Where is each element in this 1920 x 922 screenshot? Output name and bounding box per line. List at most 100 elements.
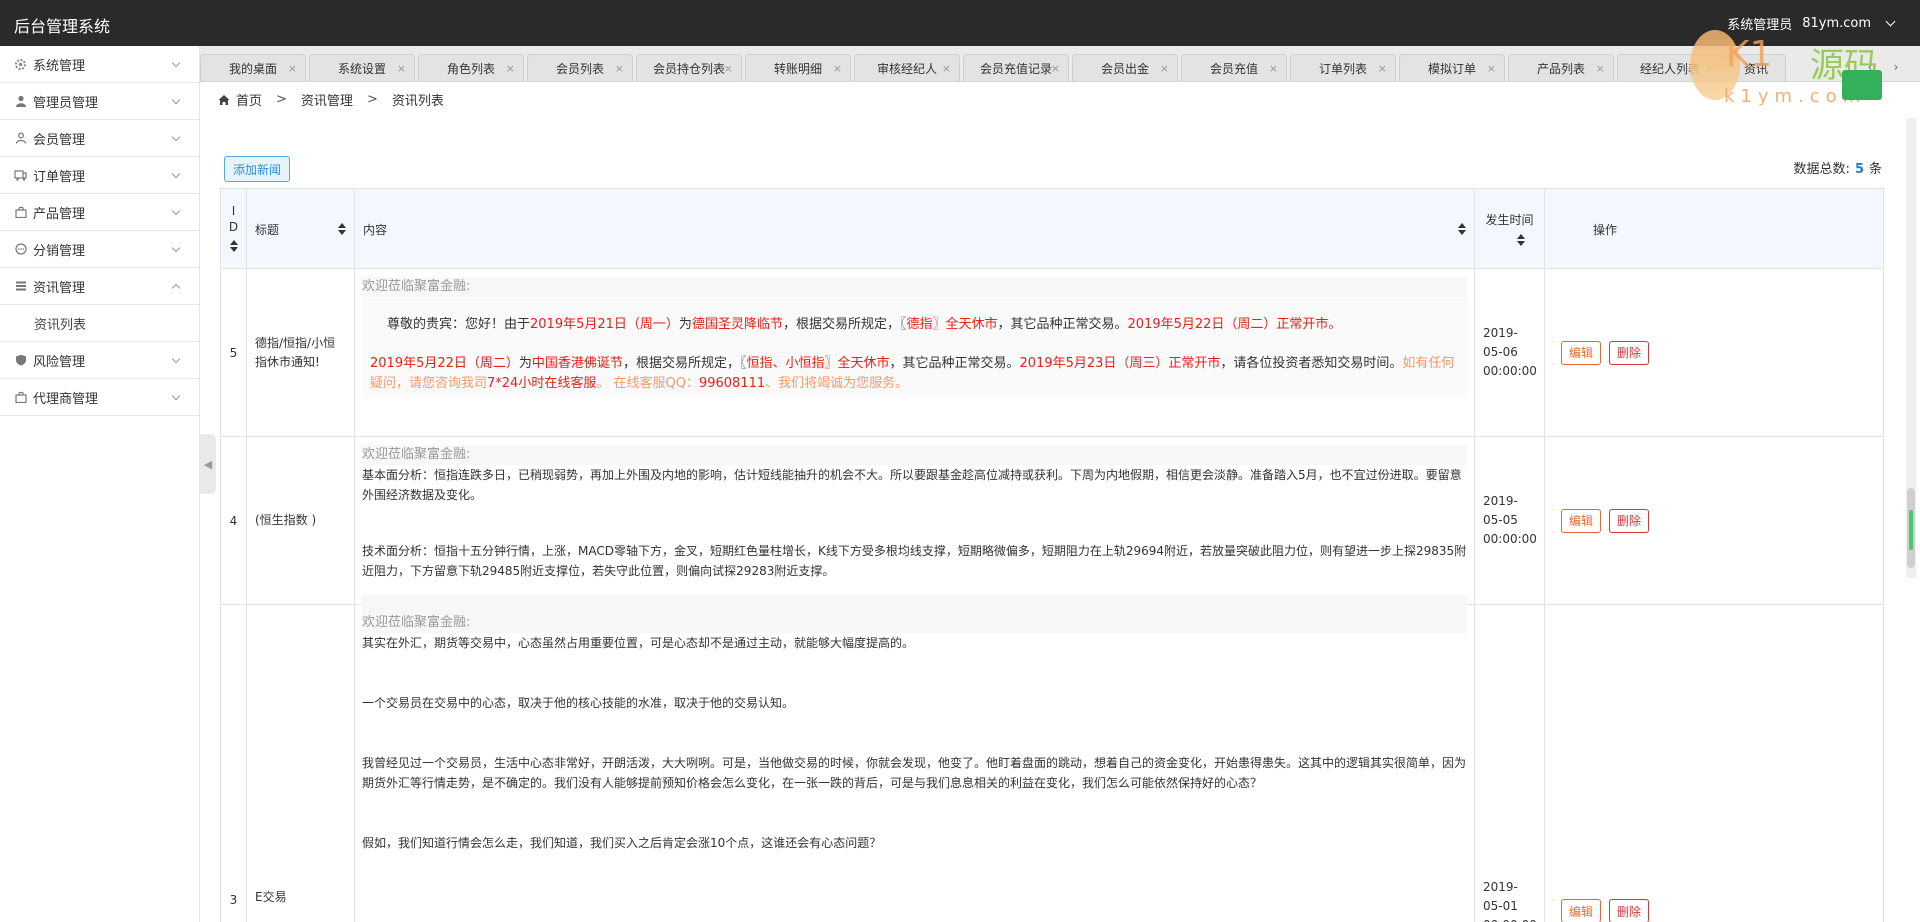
delete-button[interactable]: 删除 [1609, 899, 1649, 922]
row-title: E交易 [247, 605, 355, 922]
close-icon[interactable]: × [724, 62, 733, 75]
close-icon[interactable]: × [833, 62, 842, 75]
chevron-down-icon [171, 95, 181, 105]
sidebar-item-label: 产品管理 [33, 206, 86, 222]
close-icon[interactable]: × [1596, 62, 1605, 75]
text-span: ，请各位投资者悉知交易时间。 [1220, 356, 1403, 371]
chevron-down-icon [171, 243, 181, 253]
close-icon[interactable]: × [1487, 62, 1496, 75]
tab-recharge-records[interactable]: 会员充值记录 × [963, 54, 1069, 81]
text-span: ，根据交易所规定，〖 [622, 356, 747, 371]
tab-member-withdraw[interactable]: 会员出金 × [1072, 54, 1178, 81]
total-unit: 条 [1868, 162, 1882, 177]
text-span: 2019年5月22日（周二）正常开市。 [1127, 317, 1342, 332]
breadcrumb-current: 资讯列表 [391, 94, 444, 109]
tab-desktop[interactable]: 我的桌面 × [200, 54, 306, 81]
edit-button[interactable]: 编辑 [1561, 508, 1601, 533]
gear-icon [14, 58, 27, 71]
refresh-button[interactable] [1842, 70, 1882, 100]
sidebar-item-news[interactable]: 资讯管理 [0, 268, 199, 305]
tab-role-list[interactable]: 角色列表 × [418, 54, 524, 81]
tab-sim-orders[interactable]: 模拟订单 × [1399, 54, 1505, 81]
text-span: ，其它品种正常交易。 [889, 356, 1020, 371]
sidebar-item-agents[interactable]: 代理商管理 [0, 379, 199, 416]
add-news-button[interactable]: 添加新闻 [224, 156, 290, 182]
delete-button[interactable]: 删除 [1609, 340, 1649, 365]
shield-icon [14, 354, 27, 367]
delete-button[interactable]: 删除 [1609, 508, 1649, 533]
chevron-down-icon [171, 354, 181, 364]
top-bar: 后台管理系统 系统管理员 81ym.com [0, 0, 1920, 46]
close-icon[interactable]: × [615, 62, 624, 75]
sidebar-collapse-handle[interactable]: ◀ [200, 434, 216, 494]
row-id: 3 [221, 605, 247, 922]
tab-transfer-detail[interactable]: 转账明细 × [745, 54, 851, 81]
row-id: 5 [221, 269, 247, 436]
close-icon[interactable]: × [1051, 62, 1060, 75]
text-span: 尊敬的贵宾：您好！由于 [387, 317, 531, 332]
close-icon[interactable]: × [1378, 62, 1387, 75]
sidebar-item-label: 会员管理 [33, 132, 86, 148]
row-time: 2019-05-06 00:00:00 [1475, 269, 1545, 436]
tab-product-list[interactable]: 产品列表 × [1508, 54, 1614, 81]
tab-review-brokers[interactable]: 审核经纪人 × [854, 54, 960, 81]
sidebar-subitem-news-list[interactable]: 资讯列表 [0, 305, 199, 342]
text-span: ，其它品种正常交易。 [997, 317, 1128, 332]
close-icon[interactable]: × [1160, 62, 1169, 75]
text-span: 为 [678, 317, 692, 332]
chevron-down-icon [171, 391, 181, 401]
row-id: 4 [221, 437, 247, 604]
header-title[interactable]: 标题 [247, 189, 355, 269]
page-scrollbar[interactable] [1906, 118, 1916, 578]
sidebar-item-members[interactable]: 会员管理 [0, 120, 199, 157]
tab-order-list[interactable]: 订单列表 × [1290, 54, 1396, 81]
tab-scroll-right[interactable]: › [1890, 56, 1902, 78]
text-span: 2019年5月23日（周三）正常开市 [1019, 356, 1221, 371]
tab-label: 产品列表 [1536, 62, 1585, 76]
close-icon[interactable]: × [942, 62, 951, 75]
edit-button[interactable]: 编辑 [1561, 340, 1601, 365]
breadcrumb-home[interactable]: 首页 [236, 90, 262, 109]
tab-system-settings[interactable]: 系统设置 × [309, 54, 415, 81]
sidebar-item-admins[interactable]: 管理员管理 [0, 83, 199, 120]
sidebar-item-risk[interactable]: 风险管理 [0, 342, 199, 379]
sort-icon [1458, 221, 1466, 237]
content-box: 欢迎莅临聚富金融: 尊敬的贵宾：您好！由于2019年5月21日（周一）为德国圣灵… [362, 277, 1467, 398]
sidebar-item-label: 代理商管理 [33, 391, 99, 407]
sidebar-item-products[interactable]: 产品管理 [0, 194, 199, 231]
row-content: 欢迎莅临聚富金融: 其实在外汇，期货等交易中，心态虽然占用重要位置，可是心态却不… [355, 605, 1475, 922]
tab-member-positions[interactable]: 会员持仓列表 × [636, 54, 742, 81]
chat-icon [14, 243, 27, 256]
header-id[interactable]: ID [221, 189, 247, 269]
sidebar-item-orders[interactable]: 订单管理 [0, 157, 199, 194]
close-icon[interactable]: × [506, 62, 515, 75]
tab-member-recharge[interactable]: 会员充值 × [1181, 54, 1287, 81]
text-span: 〗全天休市 [824, 356, 890, 371]
text-span: 〗全天休市 [932, 317, 998, 332]
table-row: 3 E交易 欢迎莅临聚富金融: 其实在外汇，期货等交易中，心态虽然占用重要位置，… [221, 605, 1883, 922]
sidebar-item-distribution[interactable]: 分销管理 [0, 231, 199, 268]
watermark-logo: K1 源码 k1ym.com [1690, 30, 1890, 120]
sort-icon [229, 238, 238, 254]
tab-label: 会员出金 [1100, 62, 1149, 76]
header-content[interactable]: 内容 [355, 189, 1475, 269]
close-icon[interactable]: × [288, 62, 297, 75]
edit-button[interactable]: 编辑 [1561, 899, 1601, 922]
close-icon[interactable]: × [397, 62, 406, 75]
row-title: 德指/恒指/小恒指休市通知! [247, 269, 355, 436]
text-span: 德国圣灵降临节 [691, 317, 783, 332]
chevron-down-icon [1885, 16, 1896, 27]
text-span: 、我们将竭诚为您服务。 [765, 376, 909, 391]
breadcrumb-news[interactable]: 资讯管理 [301, 90, 353, 109]
user-icon [14, 95, 27, 108]
header-time[interactable]: 发生时间 [1475, 189, 1545, 269]
close-icon[interactable]: × [1269, 62, 1278, 75]
tab-member-list[interactable]: 会员列表 × [527, 54, 633, 81]
text-span: 德指 [906, 317, 933, 332]
tab-label: 会员充值 [1209, 62, 1258, 76]
text-span: 中国香港佛诞节 [531, 356, 623, 371]
row-content: 欢迎莅临聚富金融: 尊敬的贵宾：您好！由于2019年5月21日（周一）为德国圣灵… [355, 269, 1475, 436]
breadcrumb-sep: > [276, 92, 287, 107]
sidebar-item-system[interactable]: 系统管理 [0, 46, 199, 83]
tab-label: 转账明细 [773, 62, 822, 76]
